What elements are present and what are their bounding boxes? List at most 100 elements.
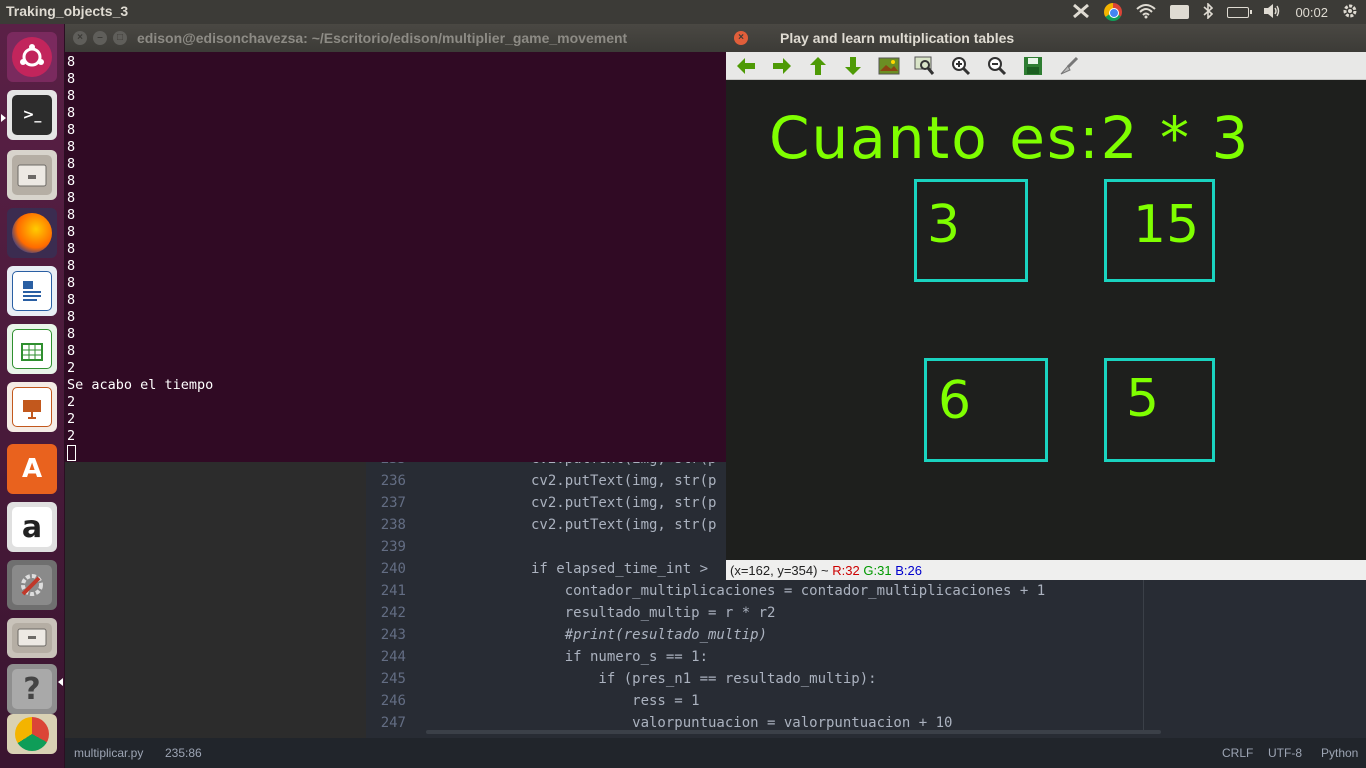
terminal-line: 8 — [67, 258, 76, 274]
terminal-window[interactable]: × – □ edison@edisonchavezsa: ~/Escritori… — [65, 24, 726, 462]
code-line[interactable]: 244 if numero_s == 1: — [366, 649, 1366, 671]
arrow-right-icon[interactable] — [770, 55, 794, 77]
minimize-icon[interactable]: – — [93, 31, 107, 45]
question-text: Cuanto es:2 * 3 — [769, 104, 1251, 172]
line-number: 236 — [380, 473, 406, 489]
line-code: #print(resultado_multip) — [531, 627, 768, 643]
clock[interactable]: 00:02 — [1295, 5, 1328, 20]
answer-box-4[interactable]: 5 — [1104, 358, 1215, 462]
launcher-files-2[interactable] — [7, 618, 57, 658]
terminal-line: 8 — [67, 173, 76, 189]
answer-box-2[interactable]: 15 — [1104, 179, 1215, 282]
line-number: 237 — [380, 495, 406, 511]
launcher-amazon[interactable]: a — [7, 502, 57, 552]
opencv-window[interactable]: × Play and learn multiplication tables C… — [726, 24, 1366, 580]
line-code: contador_multiplicaciones = contador_mul… — [531, 583, 1046, 599]
gear-icon[interactable] — [1342, 3, 1358, 22]
status-line-ending[interactable]: CRLF — [1222, 746, 1253, 760]
line-code: if (pres_n1 == resultado_multip): — [531, 671, 877, 687]
pixel-red: R:32 — [832, 563, 860, 578]
top-panel: Traking_objects_3 Es 00:02 — [0, 0, 1366, 24]
launcher-chrome[interactable] — [7, 714, 57, 754]
cv-titlebar[interactable]: × Play and learn multiplication tables — [726, 24, 1366, 52]
terminal-line: 2 — [67, 428, 76, 444]
line-number: 241 — [380, 583, 406, 599]
terminal-line: 8 — [67, 224, 76, 240]
terminal-output[interactable]: 8 8 8 8 8 8 8 8 8 8 8 8 8 8 8 8 8 8 2 Se acabo el tiempo 2 2 2 — [67, 54, 722, 462]
image-icon[interactable] — [877, 55, 901, 77]
bluetooth-icon[interactable] — [1203, 1, 1214, 22]
terminal-titlebar[interactable]: × – □ edison@edisonchavezsa: ~/Escritori… — [65, 24, 726, 52]
code-line[interactable]: 241 contador_multiplicaciones = contador… — [366, 583, 1366, 605]
status-filename[interactable]: multiplicar.py — [74, 746, 143, 760]
zoom-in-icon[interactable] — [949, 55, 973, 77]
ubuntu-dash-button[interactable] — [7, 32, 57, 82]
code-line[interactable]: 242 resultado_multip = r * r2 — [366, 605, 1366, 627]
code-line[interactable]: 243 #print(resultado_multip) — [366, 627, 1366, 649]
launcher-settings[interactable] — [7, 560, 57, 610]
terminal-prompt-line[interactable] — [67, 445, 722, 462]
chrome-icon[interactable] — [1103, 3, 1122, 21]
code-line[interactable]: 245 if (pres_n1 == resultado_multip): — [366, 671, 1366, 693]
code-line[interactable]: 246 ress = 1 — [366, 693, 1366, 715]
firefox-icon — [12, 213, 52, 253]
cv-window-title: Play and learn multiplication tables — [780, 30, 1015, 46]
running-indicator — [58, 678, 63, 686]
status-cursor-position[interactable]: 235:86 — [165, 746, 202, 760]
launcher-firefox[interactable] — [7, 208, 57, 258]
volume-icon[interactable] — [1263, 3, 1281, 22]
pixel-blue: B:26 — [895, 563, 922, 578]
calc-icon — [12, 329, 52, 369]
cv-statusbar: (x=162, y=354) ~ R:32 G:31 B:26 — [726, 560, 1366, 580]
wifi-icon[interactable] — [1136, 3, 1156, 22]
running-indicator — [1, 114, 6, 122]
terminal-line: 8 — [67, 122, 76, 138]
launcher-help[interactable]: ? — [7, 664, 57, 714]
status-encoding[interactable]: UTF-8 — [1268, 746, 1302, 760]
terminal-line: 8 — [67, 326, 76, 342]
terminal-title: edison@edisonchavezsa: ~/Escritorio/edis… — [137, 30, 628, 46]
brush-icon[interactable] — [1057, 55, 1081, 77]
terminal-line: 8 — [67, 241, 76, 257]
terminal-line: 8 — [67, 54, 76, 70]
close-icon[interactable]: × — [734, 31, 748, 45]
answer-3: 6 — [938, 371, 972, 431]
zoom-out-icon[interactable] — [985, 55, 1009, 77]
answer-box-3[interactable]: 6 — [924, 358, 1048, 462]
arrow-up-icon[interactable] — [806, 55, 830, 77]
answer-box-1[interactable]: 3 — [914, 179, 1028, 282]
files-icon — [12, 623, 52, 653]
horizontal-scrollbar[interactable] — [426, 730, 1161, 734]
answer-4: 5 — [1126, 369, 1160, 429]
line-number: 245 — [380, 671, 406, 687]
line-number: 242 — [380, 605, 406, 621]
network-arrows-icon[interactable] — [1072, 3, 1090, 22]
editor-status-bar: multiplicar.py 235:86 CRLF UTF-8 Python — [65, 738, 1366, 768]
launcher: >_ A a ? — [0, 24, 65, 768]
save-icon[interactable] — [1021, 55, 1045, 77]
arrow-down-icon[interactable] — [841, 55, 865, 77]
terminal-line: 8 — [67, 292, 76, 308]
launcher-terminal[interactable]: >_ — [7, 90, 57, 140]
answer-2: 15 — [1133, 195, 1200, 255]
launcher-impress[interactable] — [7, 382, 57, 432]
status-language[interactable]: Python — [1321, 746, 1358, 760]
launcher-writer[interactable] — [7, 266, 57, 316]
launcher-calc[interactable] — [7, 324, 57, 374]
pixel-coords: (x=162, y=354) ~ — [730, 563, 829, 578]
launcher-software[interactable]: A — [7, 444, 57, 494]
arrow-left-icon[interactable] — [734, 55, 758, 77]
keyboard-icon[interactable]: Es — [1169, 5, 1190, 19]
launcher-files[interactable] — [7, 150, 57, 200]
battery-icon[interactable] — [1227, 6, 1253, 18]
writer-icon — [12, 271, 52, 311]
terminal-line: 8 — [67, 343, 76, 359]
cv-image-canvas[interactable]: Cuanto es:2 * 3 3 15 6 5 — [726, 80, 1366, 560]
terminal-line: 2 — [67, 411, 76, 427]
zoom-fit-icon[interactable] — [913, 55, 937, 77]
close-icon[interactable]: × — [73, 31, 87, 45]
maximize-icon[interactable]: □ — [113, 31, 127, 45]
terminal-line: Se acabo el tiempo — [67, 377, 214, 393]
answer-1: 3 — [927, 195, 961, 255]
line-code: cv2.putText(img, str(p — [531, 517, 717, 533]
